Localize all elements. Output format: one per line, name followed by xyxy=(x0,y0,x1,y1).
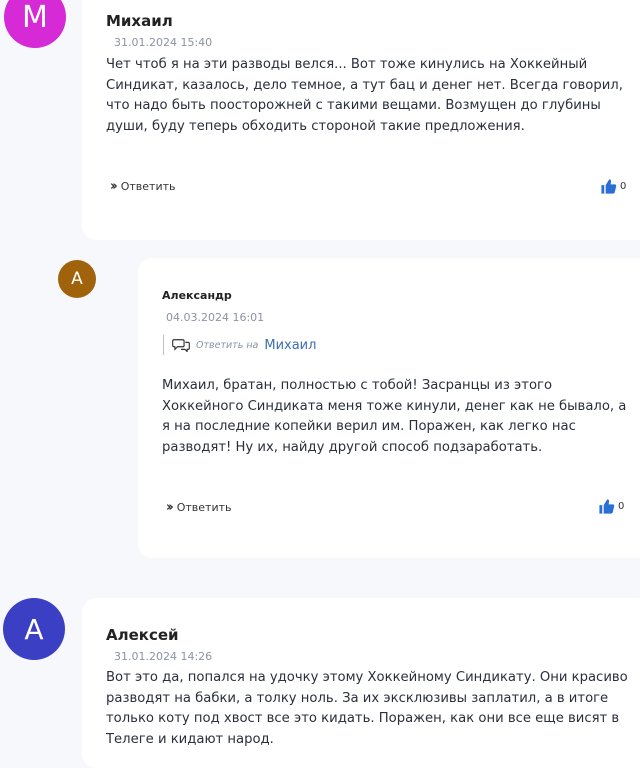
double-chevron-right-icon: ›› xyxy=(166,500,174,515)
avatar: M xyxy=(4,0,66,48)
comment-author: Алексей xyxy=(106,626,179,644)
reply-to-prefix: Ответить на xyxy=(196,339,259,351)
comment-text: Чет чтоб я на эти разводы велся... Вот т… xyxy=(106,57,623,134)
like-count: 0 xyxy=(618,501,625,512)
comment-author: Александр xyxy=(162,289,232,302)
comment-date: 31.01.2024 14:26 xyxy=(114,650,213,663)
thumbs-up-icon xyxy=(599,499,615,514)
comment-date: 04.03.2024 16:01 xyxy=(166,311,265,324)
avatar-letter: А xyxy=(24,612,44,646)
avatar: А xyxy=(58,260,96,298)
like-count: 0 xyxy=(620,181,627,192)
thumbs-up-icon xyxy=(601,179,617,194)
reply-to-author-link[interactable]: Михаил xyxy=(264,338,316,353)
reply-button[interactable]: ›› Ответить xyxy=(166,500,231,515)
avatar: А xyxy=(3,598,65,660)
reply-button[interactable]: ›› Ответить xyxy=(110,179,175,194)
reply-to-reference: Ответить на Михаил xyxy=(163,335,316,355)
reply-label: Ответить xyxy=(120,180,176,193)
comment-text: Михаил, братан, полностью с тобой! Засра… xyxy=(162,378,627,455)
comment-author: Михаил xyxy=(106,12,173,30)
comment-text: Вот это да, попался на удочку этому Хокк… xyxy=(106,670,628,747)
reply-label: Ответить xyxy=(176,501,232,514)
comment-date: 31.01.2024 15:40 xyxy=(114,36,213,49)
like-button[interactable]: 0 xyxy=(598,498,624,515)
double-chevron-right-icon: ›› xyxy=(110,179,118,194)
speech-bubbles-icon xyxy=(172,339,190,352)
avatar-letter: А xyxy=(71,269,83,289)
avatar-letter: M xyxy=(22,0,48,35)
like-button[interactable]: 0 xyxy=(600,178,626,195)
